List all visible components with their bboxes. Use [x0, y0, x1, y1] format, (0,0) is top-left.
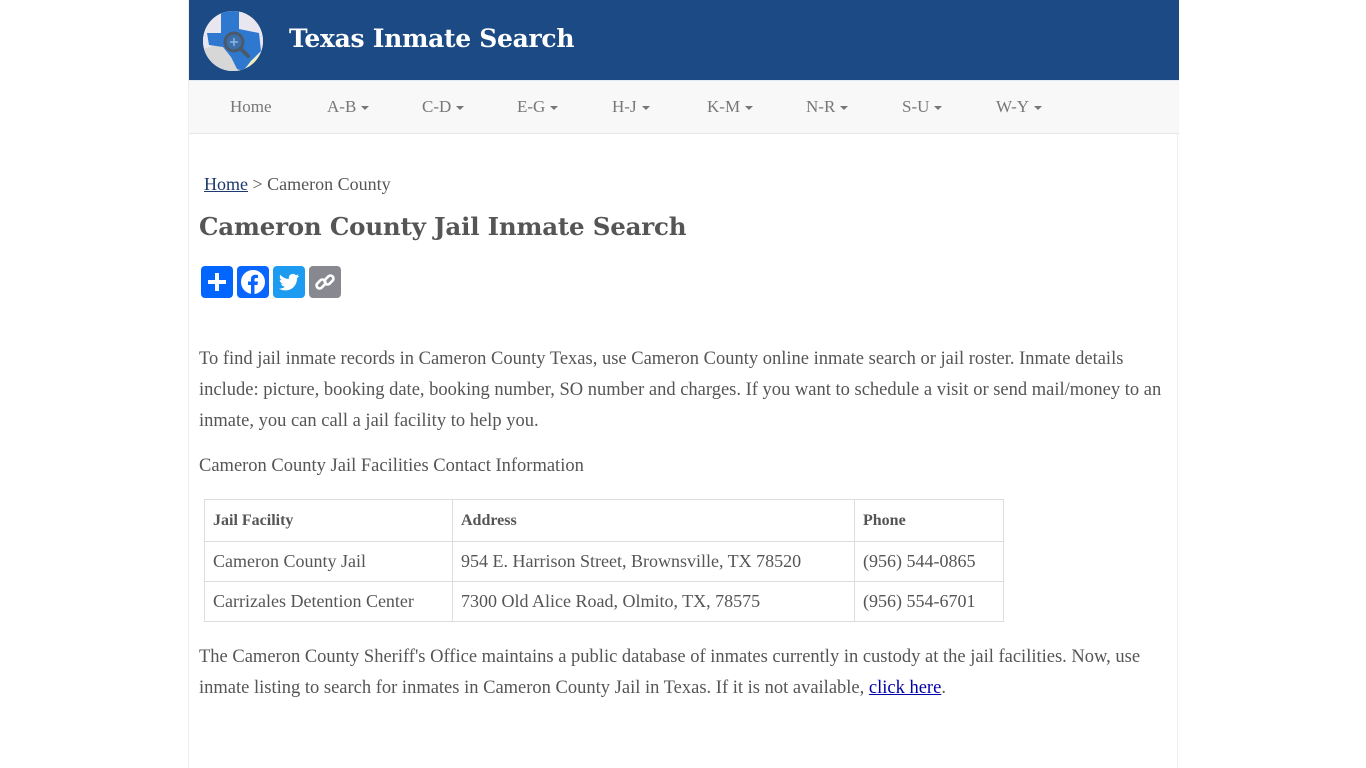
nav-label: W-Y	[996, 97, 1030, 116]
nav-label: E-G	[517, 97, 546, 116]
caret-down-icon	[840, 106, 849, 111]
click-here-link[interactable]: click here	[869, 678, 941, 698]
table-caption: Cameron County Jail Facilities Contact I…	[199, 456, 584, 476]
nav-label: A-B	[327, 97, 357, 116]
nav-item-e-g[interactable]: E-G	[517, 97, 559, 117]
breadcrumb-current: Cameron County	[267, 174, 391, 194]
facility-name: Carrizales Detention Center	[204, 581, 453, 622]
nav-item-home[interactable]: Home	[230, 97, 272, 117]
link-icon	[315, 274, 335, 290]
main-navbar: Home A-B C-D E-G H-J K-M N-R S-U W-Y	[189, 80, 1179, 134]
nav-item-w-y[interactable]: W-Y	[996, 97, 1043, 117]
outro-paragraph: The Cameron County Sheriff's Office main…	[199, 642, 1174, 704]
column-header-address: Address	[452, 499, 855, 542]
caret-down-icon	[361, 106, 370, 111]
page-container: Texas Inmate Search Home A-B C-D E-G H-J…	[188, 0, 1179, 768]
caret-down-icon	[456, 106, 465, 111]
nav-item-h-j[interactable]: H-J	[612, 97, 650, 117]
share-button[interactable]	[201, 266, 233, 298]
facility-address: 7300 Old Alice Road, Olmito, TX, 78575	[452, 581, 855, 622]
caret-down-icon	[745, 106, 754, 111]
nav-label: K-M	[707, 97, 741, 116]
copy-link-button[interactable]	[309, 266, 341, 298]
caret-down-icon	[550, 106, 559, 111]
facility-address: 954 E. Harrison Street, Brownsville, TX …	[452, 541, 855, 582]
site-header: Texas Inmate Search	[189, 0, 1179, 80]
column-header-phone: Phone	[854, 499, 1004, 542]
twitter-icon	[279, 273, 299, 291]
facility-phone: (956) 554-6701	[854, 581, 1004, 622]
breadcrumb-separator: >	[252, 174, 263, 194]
nav-label: N-R	[806, 97, 836, 116]
table-header-row: Jail Facility Address Phone	[204, 499, 1004, 542]
nav-label: S-U	[902, 97, 930, 116]
nav-label: Home	[230, 97, 272, 116]
texas-map-magnifier-icon[interactable]	[203, 11, 263, 71]
facilities-table: Jail Facility Address Phone Cameron Coun…	[204, 499, 1004, 622]
breadcrumb-home-link[interactable]: Home	[204, 174, 248, 194]
facebook-share-button[interactable]	[237, 266, 269, 298]
table-row: Cameron County Jail 954 E. Harrison Stre…	[204, 541, 1004, 582]
breadcrumb: Home > Cameron County	[204, 174, 391, 195]
column-header-facility: Jail Facility	[204, 499, 453, 542]
nav-label: H-J	[612, 97, 637, 116]
facility-name: Cameron County Jail	[204, 541, 453, 582]
facebook-icon	[241, 270, 265, 295]
intro-paragraph: To find jail inmate records in Cameron C…	[199, 349, 1162, 431]
outro-text: The Cameron County Sheriff's Office main…	[199, 647, 1141, 698]
outro-end: .	[941, 678, 946, 698]
nav-item-c-d[interactable]: C-D	[422, 97, 465, 117]
page-title: Cameron County Jail Inmate Search	[199, 212, 687, 241]
caret-down-icon	[641, 106, 650, 111]
facility-phone: (956) 544-0865	[854, 541, 1004, 582]
nav-item-k-m[interactable]: K-M	[707, 97, 754, 117]
twitter-share-button[interactable]	[273, 266, 305, 298]
share-buttons	[201, 266, 341, 298]
plus-icon	[208, 273, 226, 291]
nav-label: C-D	[422, 97, 452, 116]
table-row: Carrizales Detention Center 7300 Old Ali…	[204, 581, 1004, 622]
site-title[interactable]: Texas Inmate Search	[289, 24, 575, 53]
nav-item-n-r[interactable]: N-R	[806, 97, 849, 117]
nav-item-s-u[interactable]: S-U	[902, 97, 943, 117]
caret-down-icon	[1034, 106, 1043, 111]
caret-down-icon	[934, 106, 943, 111]
nav-item-a-b[interactable]: A-B	[327, 97, 370, 117]
